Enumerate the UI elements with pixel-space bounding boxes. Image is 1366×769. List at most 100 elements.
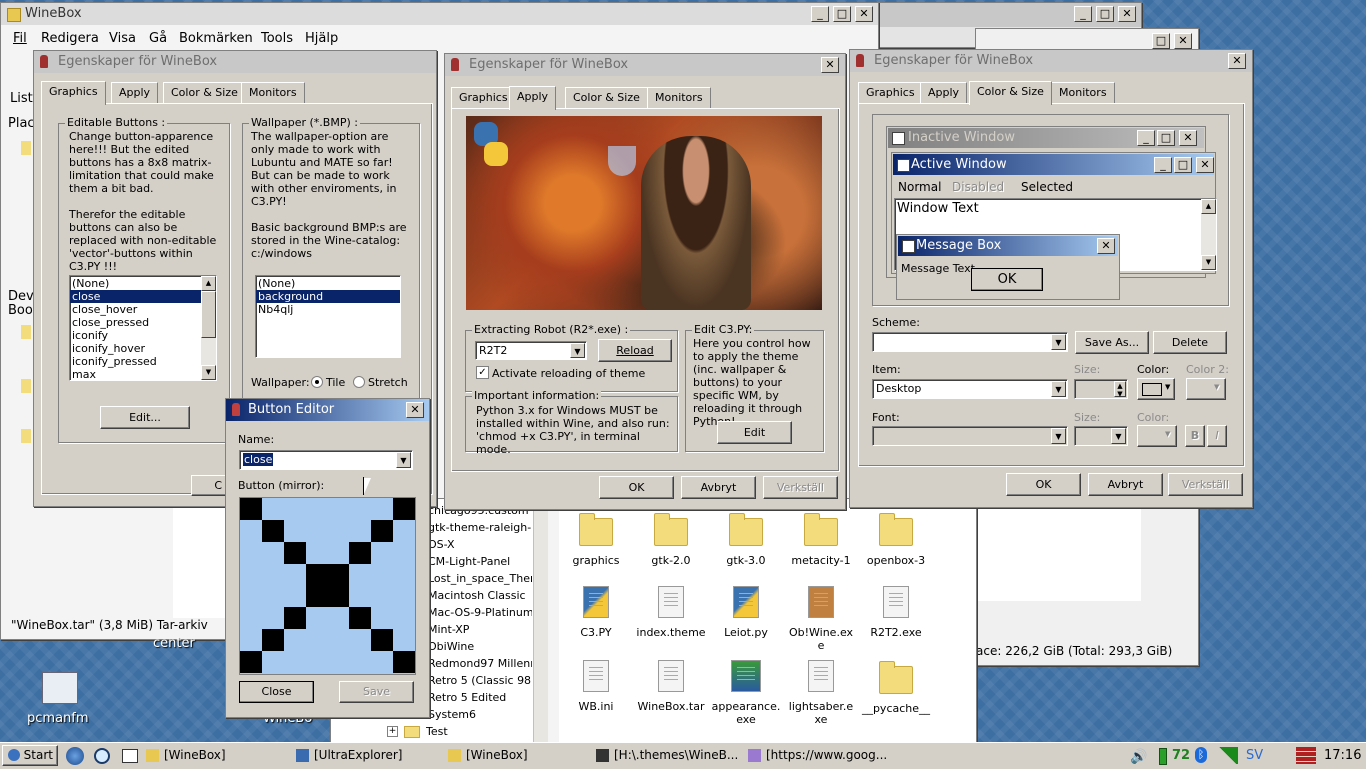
- button-list-item[interactable]: iconify_hover: [70, 342, 216, 355]
- file-item[interactable]: index.theme: [636, 586, 706, 639]
- maximize-button[interactable]: □: [833, 6, 851, 22]
- file-item[interactable]: WineBox.tar: [636, 660, 706, 713]
- minimize-button[interactable]: _: [811, 6, 829, 22]
- ok-button[interactable]: OK: [1006, 473, 1081, 496]
- button-list-item[interactable]: (None): [70, 277, 216, 290]
- save-button[interactable]: Save: [339, 681, 414, 703]
- wallpaper-list-item[interactable]: background: [256, 290, 400, 303]
- matrix-cell[interactable]: [349, 607, 372, 630]
- list-scrollbar[interactable]: ▲ ▼: [201, 276, 216, 380]
- scheme-dropdown[interactable]: ▼: [872, 332, 1068, 352]
- tree-item[interactable]: Lost_in_space_Theme: [428, 572, 532, 585]
- stretch-radio[interactable]: [353, 376, 365, 388]
- matrix-cell[interactable]: [240, 651, 262, 673]
- button-list-item[interactable]: iconify: [70, 329, 216, 342]
- matrix-cell[interactable]: [327, 563, 350, 586]
- tile-label[interactable]: Tile: [326, 376, 345, 389]
- item-dropdown[interactable]: Desktop ▼: [872, 379, 1068, 399]
- scroll-thumb[interactable]: [201, 291, 216, 338]
- tab-apply[interactable]: Apply: [509, 86, 557, 110]
- ok-button[interactable]: OK: [599, 476, 674, 499]
- italic-button[interactable]: I: [1207, 425, 1227, 447]
- close-button[interactable]: ✕: [821, 57, 839, 73]
- tab-graphics[interactable]: Graphics: [41, 81, 106, 105]
- edit-c3-button[interactable]: Edit: [717, 421, 792, 444]
- tab-color-size[interactable]: Color & Size: [969, 81, 1052, 105]
- taskbar-task[interactable]: [WineBox]: [446, 745, 592, 766]
- color-picker[interactable]: ▼: [1137, 378, 1175, 400]
- name-combobox[interactable]: close ▼: [239, 450, 413, 470]
- chevron-down-icon[interactable]: ▼: [1051, 334, 1066, 350]
- tree-item[interactable]: Mac-OS-9-Platinum-De: [428, 606, 532, 619]
- file-item[interactable]: __pycache__: [861, 660, 931, 715]
- list-tab-partial[interactable]: List: [10, 92, 33, 105]
- minimize-button[interactable]: _: [1074, 6, 1092, 22]
- tab-graphics[interactable]: Graphics: [858, 82, 923, 103]
- file-item[interactable]: gtk-2.0: [636, 512, 706, 567]
- robot-dropdown[interactable]: R2T2 ▼: [475, 341, 587, 360]
- matrix-cell[interactable]: [371, 629, 394, 652]
- close-button[interactable]: ✕: [1174, 33, 1192, 49]
- file-item[interactable]: openbox-3: [861, 512, 931, 567]
- wallpaper-list-item[interactable]: (None): [256, 277, 400, 290]
- matrix-cell[interactable]: [283, 607, 306, 630]
- chevron-down-icon[interactable]: ▼: [570, 343, 585, 358]
- cancel-button[interactable]: Avbryt: [1088, 473, 1163, 496]
- menu-fil[interactable]: Fil: [13, 31, 27, 46]
- tree-item[interactable]: Mint-XP: [428, 623, 532, 636]
- matrix-cell[interactable]: [371, 519, 394, 542]
- matrix-cell[interactable]: [261, 519, 284, 542]
- taskbar-task[interactable]: [H:\.themes\WineB...: [594, 745, 744, 766]
- close-button[interactable]: ✕: [406, 402, 424, 418]
- tab-monitors[interactable]: Monitors: [241, 82, 305, 103]
- menu-tools[interactable]: Tools: [261, 31, 293, 46]
- font-dropdown[interactable]: ▼: [872, 426, 1068, 446]
- apply-button[interactable]: Verkställ: [763, 476, 838, 499]
- activate-label[interactable]: Activate reloading of theme: [492, 367, 645, 380]
- taskbar-task[interactable]: [UltraExplorer]: [294, 745, 440, 766]
- tree-item[interactable]: Macintosh Classic: [428, 589, 532, 602]
- tree-item[interactable]: gtk-theme-raleigh-1.2.: [428, 521, 532, 534]
- close-button[interactable]: ✕: [1228, 53, 1246, 69]
- maximize-button[interactable]: □: [1096, 6, 1114, 22]
- browser-launcher-icon[interactable]: [66, 747, 84, 765]
- tree-item[interactable]: Retro 5 Edited: [428, 691, 532, 704]
- maximize-button[interactable]: □: [1152, 33, 1170, 49]
- tab-color-size[interactable]: Color & Size: [163, 82, 246, 103]
- menu-visa[interactable]: Visa: [109, 31, 136, 46]
- file-item[interactable]: gtk-3.0: [711, 512, 781, 567]
- reload-button[interactable]: Reload: [598, 339, 672, 362]
- menu-ga[interactable]: Gå: [149, 31, 167, 46]
- tile-radio[interactable]: [311, 376, 323, 388]
- volume-icon[interactable]: 🔊: [1130, 749, 1147, 765]
- matrix-cell[interactable]: [305, 563, 328, 586]
- bluetooth-icon[interactable]: ᛒ: [1195, 747, 1207, 763]
- wallpaper-list[interactable]: (None) background Nb4qlj: [255, 275, 401, 358]
- stretch-label[interactable]: Stretch: [368, 376, 408, 389]
- button-list-item[interactable]: max: [70, 368, 216, 381]
- file-item[interactable]: appearance.exe: [711, 660, 781, 726]
- tree-item[interactable]: System6: [428, 708, 532, 721]
- close-button[interactable]: ✕: [855, 6, 873, 22]
- tab-apply[interactable]: Apply: [111, 82, 159, 103]
- bold-button[interactable]: B: [1185, 425, 1205, 447]
- size-spinner[interactable]: ▲ ▼: [1074, 379, 1128, 399]
- tree-scrollbar[interactable]: [533, 499, 548, 743]
- tab-color-size[interactable]: Color & Size: [565, 87, 648, 108]
- cancel-button[interactable]: Avbryt: [681, 476, 756, 499]
- file-item[interactable]: graphics: [561, 512, 631, 567]
- file-item[interactable]: C3.PY: [561, 586, 631, 639]
- tab-apply[interactable]: Apply: [920, 82, 968, 103]
- menu-bokmarken[interactable]: Bokmärken: [179, 31, 253, 46]
- file-item[interactable]: WB.ini: [561, 660, 631, 713]
- button-list-item[interactable]: iconify_pressed: [70, 355, 216, 368]
- firewall-icon[interactable]: [1296, 747, 1316, 764]
- button-list-item[interactable]: close: [70, 290, 216, 303]
- close-editor-button[interactable]: Close: [239, 681, 314, 703]
- pcmanfm-icon[interactable]: [42, 672, 78, 704]
- tree-item[interactable]: ObiWine: [428, 640, 532, 653]
- file-item[interactable]: Leiot.py: [711, 586, 781, 639]
- scroll-up-icon[interactable]: ▲: [201, 276, 216, 291]
- taskbar-task[interactable]: [https://www.goog...: [746, 745, 902, 766]
- chevron-down-icon[interactable]: ▼: [396, 452, 411, 468]
